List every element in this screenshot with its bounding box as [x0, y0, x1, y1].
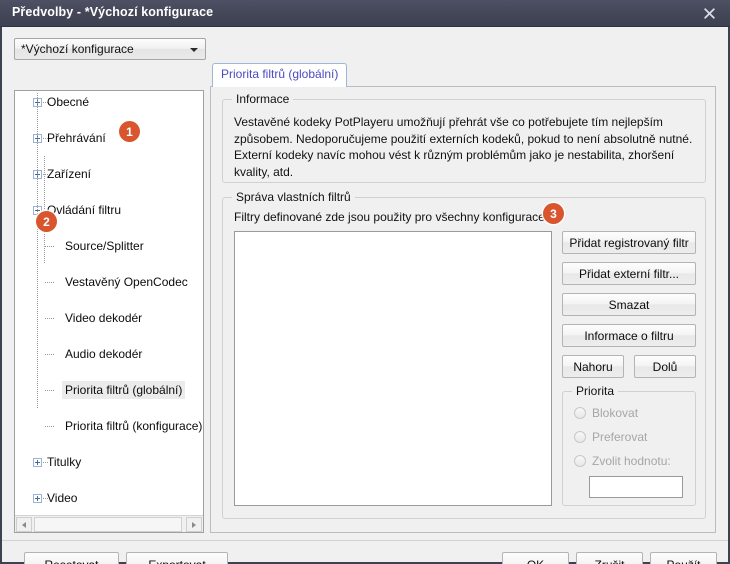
- tree-item-label: Přehrávání: [47, 131, 106, 145]
- settings-tree[interactable]: Obecné Přehrávání Zařízení Ovládání filtru S…: [14, 90, 204, 533]
- priority-option-block-label: Blokovat: [592, 406, 639, 420]
- tree-item-label: Obecné: [47, 95, 90, 109]
- cancel-button-pre: Zru: [595, 558, 613, 564]
- ok-button-accel: O: [527, 558, 536, 564]
- title-bar: Předvolby - *Výchozí konfigurace: [0, 0, 730, 27]
- radio-icon: [574, 455, 586, 467]
- ok-button-label: K: [536, 558, 544, 564]
- filter-list[interactable]: [234, 231, 552, 506]
- add-registered-filter-button[interactable]: Přidat registrovaný filtr: [562, 231, 696, 254]
- delete-filter-button[interactable]: Smazat: [562, 293, 696, 316]
- tree-item-10[interactable]: Titulky: [15, 453, 203, 471]
- tree-item-11[interactable]: Video: [15, 489, 203, 507]
- priority-option-prefer-label: Preferovat: [592, 430, 648, 444]
- tree-item-label: Priorita filtrů (konfigurace): [65, 419, 203, 433]
- priority-option-prefer[interactable]: Preferovat: [574, 429, 647, 445]
- cancel-button[interactable]: Zrušit: [576, 552, 643, 564]
- custom-filters-groupbox-title: Správa vlastních filtrů: [232, 190, 355, 204]
- tree-item-label: Zařízení: [47, 167, 92, 181]
- tree-connector: [45, 318, 54, 319]
- tree-item-label: Audio dekodér: [65, 347, 143, 361]
- settings-tree-scroll: Obecné Přehrávání Zařízení Ovládání filtru S…: [15, 91, 203, 514]
- reset-button-accel: R: [44, 558, 53, 564]
- chevron-down-icon: [190, 48, 198, 52]
- tree-item-label: Vestavěný OpenCodec: [65, 275, 188, 289]
- info-groupbox: Informace Vestavěné kodeky PotPlayeru um…: [222, 92, 706, 183]
- apply-button-label: oužít: [675, 558, 701, 564]
- tree-item-8[interactable]: Priorita filtrů (globální): [15, 381, 203, 399]
- apply-button-accel: P: [666, 558, 674, 564]
- configuration-select[interactable]: *Výchozí konfigurace: [14, 38, 206, 60]
- tree-connector: [45, 246, 54, 247]
- tree-item-6[interactable]: Video dekodér: [15, 309, 203, 327]
- tree-item-0[interactable]: Obecné: [15, 93, 203, 111]
- arrow-right-icon[interactable]: [186, 517, 202, 532]
- close-icon[interactable]: [692, 0, 726, 26]
- priority-groupbox-title: Priorita: [572, 384, 619, 398]
- expand-icon[interactable]: [33, 494, 42, 503]
- dialog-body: *Výchozí konfigurace Priorita filtrů (gl…: [0, 27, 730, 564]
- filter-info-button[interactable]: Informace o filtru: [562, 324, 696, 347]
- priority-option-block[interactable]: Blokovat: [574, 405, 638, 421]
- priority-option-custom-label: Zvolit hodnotu:: [592, 454, 671, 468]
- reset-button[interactable]: Resetovat: [24, 552, 119, 564]
- tree-item-label: Video dekodér: [65, 311, 143, 325]
- export-button[interactable]: Exportovat: [126, 552, 228, 564]
- tree-connector: [45, 390, 54, 391]
- tree-item-label: Video: [47, 491, 78, 505]
- cancel-button-label: it: [619, 558, 625, 564]
- priority-groupbox: Priorita Blokovat Preferovat Zvolit hodn…: [562, 384, 696, 506]
- tree-item-label: Source/Splitter: [65, 239, 144, 253]
- reset-button-label: esetovat: [53, 558, 98, 564]
- move-down-button[interactable]: Dolů: [634, 355, 696, 378]
- info-groupbox-title: Informace: [232, 92, 294, 106]
- custom-filters-groupbox: Správa vlastních filtrů Filtry definovan…: [222, 190, 706, 519]
- tab-panel: Informace Vestavěné kodeky PotPlayeru um…: [210, 86, 716, 533]
- expand-icon[interactable]: [33, 458, 42, 467]
- tree-item-7[interactable]: Audio dekodér: [15, 345, 203, 363]
- preferences-dialog: Předvolby - *Výchozí konfigurace *Výchoz…: [0, 0, 730, 564]
- window-title: Předvolby - *Výchozí konfigurace: [12, 5, 214, 19]
- ok-button[interactable]: OK: [502, 552, 569, 564]
- tree-item-5[interactable]: Vestavěný OpenCodec: [15, 273, 203, 291]
- custom-filters-hint: Filtry definované zde jsou použity pro v…: [234, 210, 549, 224]
- arrow-left-icon[interactable]: [16, 517, 32, 532]
- tree-trunk-root: [37, 93, 38, 408]
- info-text: Vestavěné kodeky PotPlayeru umožňují pře…: [234, 115, 693, 179]
- move-up-button[interactable]: Nahoru: [562, 355, 624, 378]
- footer-bar: Resetovat Exportovat OK Zrušit Použít: [2, 541, 728, 564]
- apply-button[interactable]: Použít: [650, 552, 717, 564]
- tree-connector: [45, 282, 54, 283]
- radio-icon: [574, 431, 586, 443]
- hscrollbar-thumb[interactable]: [34, 517, 182, 532]
- tree-item-label: Priorita filtrů (globální): [62, 381, 186, 399]
- priority-value-input[interactable]: [589, 476, 683, 498]
- tree-connector: [45, 354, 54, 355]
- tree-item-1[interactable]: Přehrávání: [15, 129, 203, 147]
- tab-filter-priority-global[interactable]: Priorita filtrů (globální): [212, 63, 348, 87]
- tree-item-9[interactable]: Priorita filtrů (konfigurace): [15, 417, 203, 435]
- add-external-filter-button[interactable]: Přidat externí filtr...: [562, 262, 696, 285]
- tree-item-label: Titulky: [47, 455, 82, 469]
- priority-option-custom[interactable]: Zvolit hodnotu:: [574, 453, 671, 469]
- tree-connector: [45, 426, 54, 427]
- settings-tree-hscrollbar[interactable]: [15, 515, 203, 532]
- configuration-select-value: *Výchozí konfigurace: [21, 42, 134, 56]
- tree-item-label: Ovládání filtru: [47, 203, 122, 217]
- export-button-label: xportovat: [156, 558, 205, 564]
- radio-icon: [574, 407, 586, 419]
- tree-trunk-children: [44, 156, 45, 264]
